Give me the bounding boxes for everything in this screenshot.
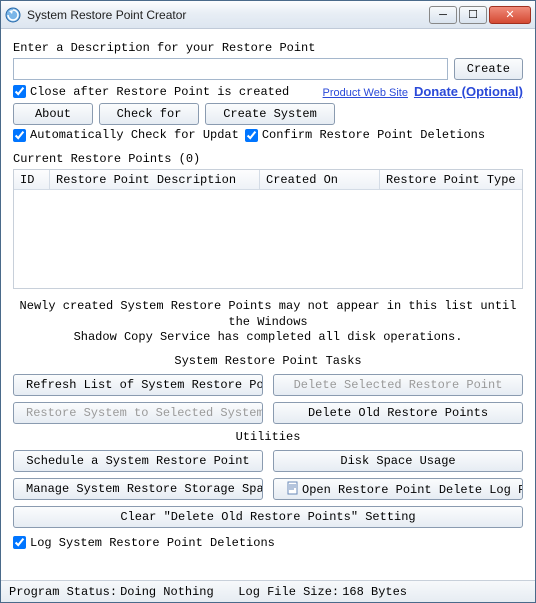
manage-storage-button[interactable]: Manage System Restore Storage Space [13, 478, 263, 500]
col-id[interactable]: ID [14, 170, 50, 189]
window-buttons: ─ ☐ ✕ [429, 6, 531, 24]
confirm-delete-check[interactable] [245, 129, 258, 142]
about-button[interactable]: About [13, 103, 93, 125]
restore-points-table[interactable]: ID Restore Point Description Created On … [13, 169, 523, 289]
open-log-label: Open Restore Point Delete Log File [302, 483, 523, 497]
product-website-link[interactable]: Product Web Site [323, 87, 408, 99]
note-text: Newly created System Restore Points may … [13, 299, 523, 346]
status-value: Doing Nothing [120, 585, 214, 599]
close-after-checkbox[interactable]: Close after Restore Point is created [13, 85, 289, 99]
confirm-delete-label: Confirm Restore Point Deletions [262, 128, 485, 142]
create-system-button[interactable]: Create System [205, 103, 335, 125]
window-title: System Restore Point Creator [27, 8, 429, 22]
status-label: Program Status: [9, 585, 117, 599]
log-deletions-check[interactable] [13, 536, 26, 549]
restore-selected-button[interactable]: Restore System to Selected System [13, 402, 263, 424]
create-button[interactable]: Create [454, 58, 523, 80]
status-bar: Program Status: Doing Nothing Log File S… [1, 580, 535, 602]
col-created[interactable]: Created On [260, 170, 380, 189]
delete-selected-button[interactable]: Delete Selected Restore Point [273, 374, 523, 396]
donate-link[interactable]: Donate (Optional) [414, 84, 523, 99]
auto-check-checkbox[interactable]: Automatically Check for Updat [13, 128, 239, 142]
logsize-label: Log File Size: [238, 585, 339, 599]
col-type[interactable]: Restore Point Type [380, 170, 522, 189]
close-after-label: Close after Restore Point is created [30, 85, 289, 99]
col-desc[interactable]: Restore Point Description [50, 170, 260, 189]
table-body [14, 190, 522, 288]
utilities-title: Utilities [13, 430, 523, 444]
close-button[interactable]: ✕ [489, 6, 531, 24]
description-input[interactable] [13, 58, 448, 80]
confirm-delete-checkbox[interactable]: Confirm Restore Point Deletions [245, 128, 485, 142]
schedule-button[interactable]: Schedule a System Restore Point [13, 450, 263, 472]
close-after-check[interactable] [13, 85, 26, 98]
file-icon [286, 481, 300, 495]
open-log-button[interactable]: Open Restore Point Delete Log File [273, 478, 523, 500]
delete-old-button[interactable]: Delete Old Restore Points [273, 402, 523, 424]
disk-usage-button[interactable]: Disk Space Usage [273, 450, 523, 472]
auto-check-check[interactable] [13, 129, 26, 142]
app-icon [5, 7, 21, 23]
table-header: ID Restore Point Description Created On … [14, 170, 522, 190]
logsize-value: 168 Bytes [342, 585, 407, 599]
log-deletions-label: Log System Restore Point Deletions [30, 536, 275, 550]
description-label: Enter a Description for your Restore Poi… [13, 41, 523, 55]
refresh-list-button[interactable]: Refresh List of System Restore Points [13, 374, 263, 396]
log-deletions-checkbox[interactable]: Log System Restore Point Deletions [13, 536, 523, 550]
app-window: System Restore Point Creator ─ ☐ ✕ Enter… [0, 0, 536, 603]
current-points-label: Current Restore Points (0) [13, 152, 523, 166]
clear-setting-button[interactable]: Clear "Delete Old Restore Points" Settin… [13, 506, 523, 528]
maximize-button[interactable]: ☐ [459, 6, 487, 24]
tasks-title: System Restore Point Tasks [13, 354, 523, 368]
minimize-button[interactable]: ─ [429, 6, 457, 24]
check-for-button[interactable]: Check for [99, 103, 199, 125]
titlebar[interactable]: System Restore Point Creator ─ ☐ ✕ [1, 1, 535, 29]
auto-check-label: Automatically Check for Updat [30, 128, 239, 142]
content-area: Enter a Description for your Restore Poi… [1, 29, 535, 580]
